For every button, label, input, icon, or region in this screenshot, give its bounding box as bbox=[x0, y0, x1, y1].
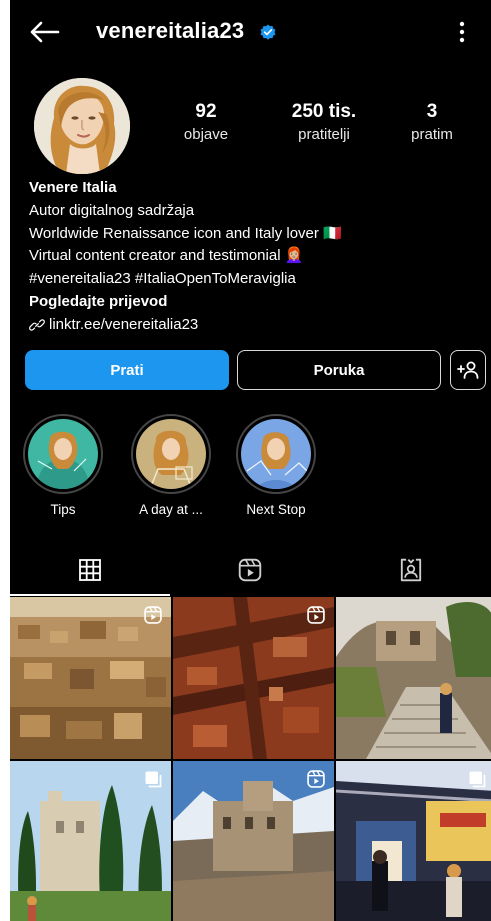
post-thumbnail[interactable] bbox=[10, 761, 171, 921]
bio-line-2: Virtual content creator and testimonial … bbox=[29, 247, 304, 265]
highlight-tips[interactable]: Tips bbox=[20, 414, 106, 517]
tagged-icon bbox=[400, 558, 421, 582]
highlight-ring bbox=[236, 414, 316, 494]
stat-posts[interactable]: 92 objave bbox=[173, 100, 239, 146]
reel-badge-icon bbox=[307, 606, 325, 624]
stat-followers[interactable]: 250 tis. pratitelji bbox=[272, 100, 376, 146]
post-thumbnail[interactable] bbox=[173, 597, 334, 759]
add-user-icon bbox=[457, 361, 479, 379]
more-vertical-icon[interactable] bbox=[450, 18, 474, 46]
stat-following[interactable]: 3 pratim bbox=[400, 100, 464, 146]
highlight-cover-tips bbox=[28, 419, 98, 489]
posts-grid bbox=[10, 597, 491, 921]
arrow-left-icon[interactable] bbox=[28, 20, 60, 44]
carousel-badge-icon bbox=[145, 771, 162, 788]
posts-count: 92 bbox=[195, 101, 217, 122]
see-translation-link[interactable]: Pogledajte prijevod bbox=[29, 291, 469, 314]
highlight-cover-next bbox=[241, 419, 311, 489]
highlight-label: Next Stop bbox=[246, 502, 306, 517]
profile-tabs bbox=[10, 544, 491, 596]
following-count: 3 bbox=[426, 101, 438, 122]
link-icon bbox=[29, 319, 45, 331]
post-thumbnail[interactable] bbox=[336, 761, 491, 921]
verified-badge-icon bbox=[260, 24, 276, 40]
post-thumbnail[interactable] bbox=[173, 761, 334, 921]
tab-reels[interactable] bbox=[170, 544, 330, 596]
highlight-next-stop[interactable]: Next Stop bbox=[233, 414, 319, 517]
highlight-cover-day bbox=[136, 419, 206, 489]
profile-bio: Venere Italia Autor digitalnog sadržaja … bbox=[29, 177, 469, 337]
highlight-ring bbox=[23, 414, 103, 494]
top-bar: venereitalia23 bbox=[10, 0, 491, 64]
tab-posts-grid[interactable] bbox=[10, 544, 171, 596]
bio-link-text: linktr.ee/venereitalia23 bbox=[49, 315, 199, 333]
followers-count: 250 tis. bbox=[291, 101, 357, 122]
followers-label: pratitelji bbox=[298, 126, 350, 143]
highlight-label: Tips bbox=[50, 502, 76, 517]
category-label: Autor digitalnog sadržaja bbox=[29, 201, 195, 219]
bio-link[interactable]: linktr.ee/venereitalia23 bbox=[29, 314, 469, 337]
reel-badge-icon bbox=[144, 606, 162, 624]
reels-icon bbox=[239, 558, 262, 582]
tab-tagged[interactable] bbox=[331, 544, 491, 596]
post-image-stairs bbox=[336, 597, 491, 759]
following-label: pratim bbox=[411, 126, 453, 143]
bio-line-1: Worldwide Renaissance icon and Italy lov… bbox=[29, 224, 342, 242]
follow-button-label: Prati bbox=[110, 361, 144, 379]
profile-username: venereitalia23 bbox=[96, 18, 245, 43]
follow-button[interactable]: Prati bbox=[25, 350, 229, 390]
bio-hashtags[interactable]: #venereitalia23 #ItaliaOpenToMeraviglia bbox=[29, 268, 469, 291]
post-thumbnail[interactable] bbox=[336, 597, 491, 759]
profile-avatar[interactable] bbox=[34, 78, 130, 174]
message-button[interactable]: Poruka bbox=[237, 350, 441, 390]
highlight-label: A day at ... bbox=[139, 502, 203, 517]
display-name: Venere Italia bbox=[29, 179, 117, 196]
highlight-day-at[interactable]: A day at ... bbox=[128, 414, 214, 517]
highlight-ring bbox=[131, 414, 211, 494]
posts-label: objave bbox=[183, 126, 229, 143]
post-thumbnail[interactable] bbox=[10, 597, 171, 759]
carousel-badge-icon bbox=[469, 771, 486, 788]
message-button-label: Poruka bbox=[313, 361, 365, 379]
reel-badge-icon bbox=[307, 770, 325, 788]
add-user-button[interactable] bbox=[450, 350, 486, 390]
grid-icon bbox=[79, 559, 102, 581]
profile-screen: venereitalia23 92 objave 250 tis. pratit… bbox=[10, 0, 491, 921]
